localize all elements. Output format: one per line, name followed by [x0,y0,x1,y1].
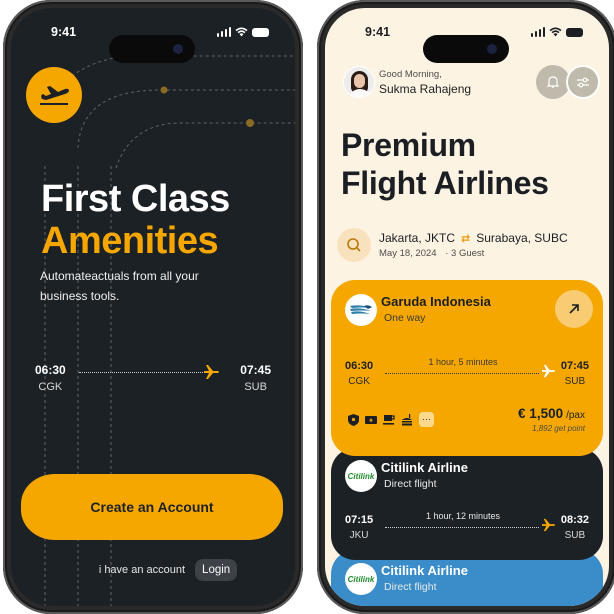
plane-takeoff-icon [40,86,69,105]
search-icon [347,238,361,252]
route-dashed-line [385,373,539,374]
arrival-time: 07:45 [240,363,271,377]
greeting-salutation: Good Morning, [379,68,442,80]
plane-icon [542,364,556,378]
departure-code: CGK [38,381,63,393]
arrival-time: 08:32 [560,514,589,526]
guest-count: · 3 Guest [445,248,485,259]
arrow-up-right-icon [569,304,579,314]
departure-time: 06:30 [35,363,66,377]
wifi-icon [235,27,248,37]
departure-time: 07:15 [345,514,374,526]
signal-icon [530,27,545,37]
user-name: Sukma Rahajeng [379,81,472,96]
flight-price: € 1,500/pax 1,892 get point [518,406,585,433]
arrival-code: SUB [244,381,267,393]
battery-icon [566,27,583,37]
departure-time: 06:30 [345,360,374,372]
flight-duration: 1 hour, 12 minutes [425,511,501,521]
route-dot [160,86,168,94]
flight-summary: 06:30 CGK 07:45 SUB [35,363,271,403]
hero-title-line1: First Class [41,178,230,220]
plane-icon [204,365,219,379]
departure-code: CGK [348,376,370,387]
status-bar: 9:41 [11,25,295,63]
onboarding-screen: 9:41 First Class Amenities Automateactua… [11,8,295,606]
garuda-bird-icon [350,305,372,314]
price-unit: /pax [566,410,585,421]
page-title-line2: Flight Airlines [341,165,549,201]
bell-icon [546,76,560,88]
phone-flight-list: 9:41 Good Morning, Sukma Rahajeng Premiu… [317,0,614,614]
hero-subtitle: Automateactuals from all your business t… [40,269,199,303]
flight-search-summary[interactable]: Jakarta, JKTC ⇄ Surabaya, SUBC May 18, 2… [337,228,568,262]
hero-title: First Class Amenities [41,178,230,262]
airline-logo [26,67,82,123]
origin-city: Jakarta, JKTC [379,231,456,245]
hero-title-line2: Amenities [41,220,219,262]
flight-type: One way [384,312,426,324]
ticket-icon [365,414,377,426]
page-title: Premium Flight Airlines [341,126,549,202]
login-prompt: i have an account [98,564,186,576]
filter-button[interactable] [566,65,600,99]
citilink-logo: Citilink [345,460,377,492]
flight-type: Direct flight [384,581,437,593]
meal-icon [401,413,413,426]
status-time: 9:41 [51,25,77,39]
shield-icon [347,413,359,426]
flight-card[interactable]: Garuda Indonesia One way 06:30 CGK 1 hou… [331,280,603,456]
flight-type: Direct flight [384,478,437,490]
swap-icon[interactable]: ⇄ [461,232,470,245]
airline-name: Citilink Airline [381,563,468,578]
airline-name: Garuda Indonesia [381,294,491,309]
citilink-logo-text: Citilink [347,574,375,584]
route-dashed-line [385,527,539,528]
user-greeting: Good Morning, Sukma Rahajeng [343,66,471,98]
arrival-code: SUB [564,530,586,541]
more-amenities-button[interactable]: ··· [419,412,434,427]
route-dashed-line [79,372,203,373]
flight-times: 06:30 CGK 1 hour, 5 minutes 07:45 SUB [345,357,589,392]
price-amount: € 1,500 [518,406,564,421]
create-account-button[interactable]: Create an Account [21,474,283,540]
search-button[interactable] [337,228,371,262]
flight-card[interactable]: Citilink Citilink Airline Direct flight … [331,448,603,560]
page-title-line1: Premium [341,127,476,163]
login-button[interactable]: Login [195,559,238,581]
citilink-logo: Citilink [345,563,377,595]
phone-onboarding: 9:41 First Class Amenities Automateactua… [3,0,303,614]
dynamic-island [423,35,509,63]
coffee-icon [383,414,395,426]
arrival-time: 07:45 [560,360,589,372]
garuda-logo [345,294,377,326]
notifications-button[interactable] [536,65,570,99]
battery-icon [252,27,269,37]
flight-duration: 1 hour, 5 minutes [428,357,498,367]
flight-times: 07:15 JKU 1 hour, 12 minutes 08:32 SUB [345,511,589,546]
open-flight-button[interactable] [555,290,593,328]
amenities-list: ··· [347,412,434,427]
reward-points: 1,892 get point [532,424,585,433]
login-row: i have an account Login [11,559,295,581]
signal-icon [216,27,231,37]
departure-code: JKU [349,530,369,541]
airline-name: Citilink Airline [381,460,468,475]
dynamic-island [109,35,195,63]
travel-date: May 18, 2024 [379,248,437,259]
wifi-icon [549,27,562,37]
status-time: 9:41 [365,25,391,39]
avatar[interactable] [343,66,375,98]
route-dot [246,119,254,127]
destination-city: Surabaya, SUBC [476,231,568,245]
status-bar: 9:41 [325,25,609,63]
sliders-icon [577,77,589,88]
arrival-code: SUB [564,376,586,387]
flight-list-screen: 9:41 Good Morning, Sukma Rahajeng Premiu… [325,8,609,606]
plane-icon [542,518,556,532]
citilink-logo-text: Citilink [347,471,375,481]
